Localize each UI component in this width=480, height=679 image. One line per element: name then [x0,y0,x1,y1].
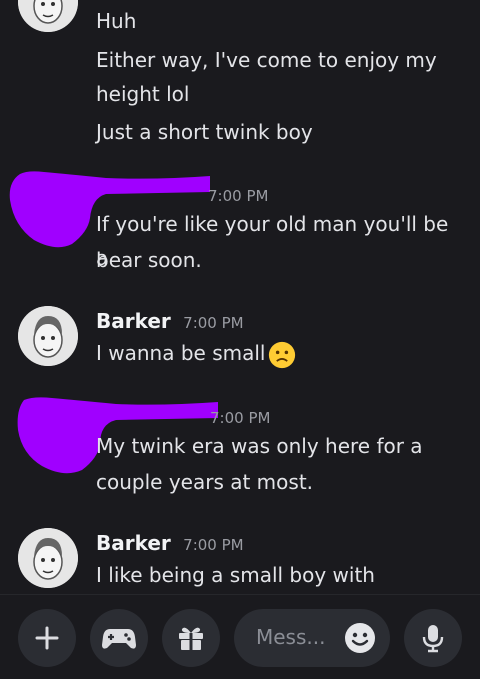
timestamp: 7:00 PM [208,187,269,205]
message-text: Just a short twink boy [96,120,313,144]
avatar[interactable] [18,528,78,588]
plus-icon [35,626,59,650]
activities-button[interactable] [90,609,148,667]
gamepad-icon [102,629,136,649]
timestamp: 7:00 PM [183,314,244,332]
emoji-icon[interactable] [344,622,376,654]
add-attachment-button[interactable] [18,609,76,667]
message-feed: Huh Either way, I've come to enjoy my he… [0,0,480,594]
author-name[interactable]: Barker [96,309,171,333]
timestamp: 7:00 PM [183,536,244,554]
message-text: I wanna be small [96,336,466,370]
gift-button[interactable] [162,609,220,667]
avatar[interactable] [18,0,78,32]
message-header: Barker 7:00 PM [96,304,466,340]
author-name[interactable]: Barker [96,531,171,555]
message-text: bear soon. [96,248,202,272]
timestamp: 7:00 PM [210,409,271,427]
frowning-face-emoji-icon [269,341,296,368]
message-text: My twink era was only here for a [96,434,423,458]
message-text: height lol [96,82,190,106]
message-text: couple years at most. [96,470,314,494]
voice-message-button[interactable] [404,609,462,667]
message-text: Huh [96,9,137,33]
message-text: Either way, I've come to enjoy my [96,48,437,72]
message-text-content: I wanna be small [96,341,266,365]
gift-icon [179,627,203,650]
message-input[interactable]: Mess... [234,609,390,667]
message-text: I like being a small boy with [96,563,375,587]
composer-bar: Mess... [0,594,480,679]
message-input-placeholder: Mess... [256,625,326,649]
microphone-icon [422,625,444,653]
message-header: Barker 7:00 PM [96,526,466,562]
avatar[interactable] [18,306,78,366]
